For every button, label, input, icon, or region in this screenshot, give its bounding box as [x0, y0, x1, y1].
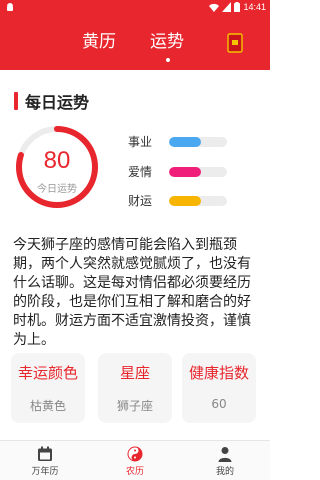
lucky-color-card[interactable]: 幸运颜色 枯黄色 — [11, 353, 85, 423]
title-accent-bar — [14, 92, 18, 110]
signal-icon — [222, 2, 232, 12]
metric-wealth-label: 财运 — [128, 194, 153, 208]
metric-career-fill — [169, 137, 201, 147]
yin-yang-icon — [127, 446, 143, 462]
nav-profile[interactable]: 我的 — [180, 441, 270, 480]
nav-lunar-label: 农历 — [125, 467, 144, 477]
calendar-icon — [38, 446, 52, 461]
wifi-icon — [209, 3, 220, 12]
metric-wealth: 财运 — [128, 193, 258, 209]
battery-icon — [234, 2, 241, 12]
metric-wealth-fill — [169, 196, 201, 206]
zodiac-value: 狮子座 — [116, 399, 153, 413]
section-title-text: 每日运势 — [25, 93, 90, 112]
metric-wealth-track — [169, 196, 227, 206]
health-index-title: 健康指数 — [188, 364, 249, 382]
status-bar: 14:41 — [0, 0, 270, 14]
person-icon — [218, 447, 232, 462]
lucky-color-value: 枯黄色 — [29, 399, 66, 413]
metric-love-track — [169, 167, 227, 177]
metric-career-track — [169, 137, 227, 147]
status-time: 14:41 — [243, 2, 266, 12]
fortune-description: 今天狮子座的感情可能会陷入到瓶颈期，两个人突然就感觉腻烦了，也没有什么话聊。这是… — [13, 237, 251, 348]
nav-calendar[interactable]: 万年历 — [0, 441, 90, 480]
zodiac-title: 星座 — [119, 364, 150, 382]
metric-love-label: 爱情 — [128, 165, 153, 179]
metric-career-label: 事业 — [128, 135, 153, 149]
score-label: 今日运势 — [37, 184, 77, 195]
nav-lunar[interactable]: 农历 — [90, 441, 180, 480]
metric-love: 爱情 — [128, 164, 258, 180]
app-bar: 黄历 运势 — [0, 14, 270, 70]
metric-career: 事业 — [128, 134, 258, 150]
tab-huangli[interactable]: 黄历 — [82, 31, 116, 53]
red-book-icon[interactable] — [227, 33, 243, 53]
lucky-color-title: 幸运颜色 — [17, 364, 78, 382]
nav-calendar-label: 万年历 — [31, 467, 59, 477]
nav-profile-label: 我的 — [215, 467, 234, 477]
tab-yunshi[interactable]: 运势 — [150, 31, 184, 53]
health-index-card[interactable]: 健康指数 60 — [182, 353, 256, 423]
bottom-nav: 万年历 农历 我的 — [0, 440, 270, 480]
section-title: 每日运势 — [14, 90, 89, 112]
health-index-value: 60 — [211, 397, 227, 411]
android-icon — [7, 3, 13, 11]
active-tab-indicator — [166, 58, 170, 62]
score-value: 80 — [43, 147, 71, 174]
metric-love-fill — [169, 167, 201, 177]
zodiac-card[interactable]: 星座 狮子座 — [98, 353, 172, 423]
